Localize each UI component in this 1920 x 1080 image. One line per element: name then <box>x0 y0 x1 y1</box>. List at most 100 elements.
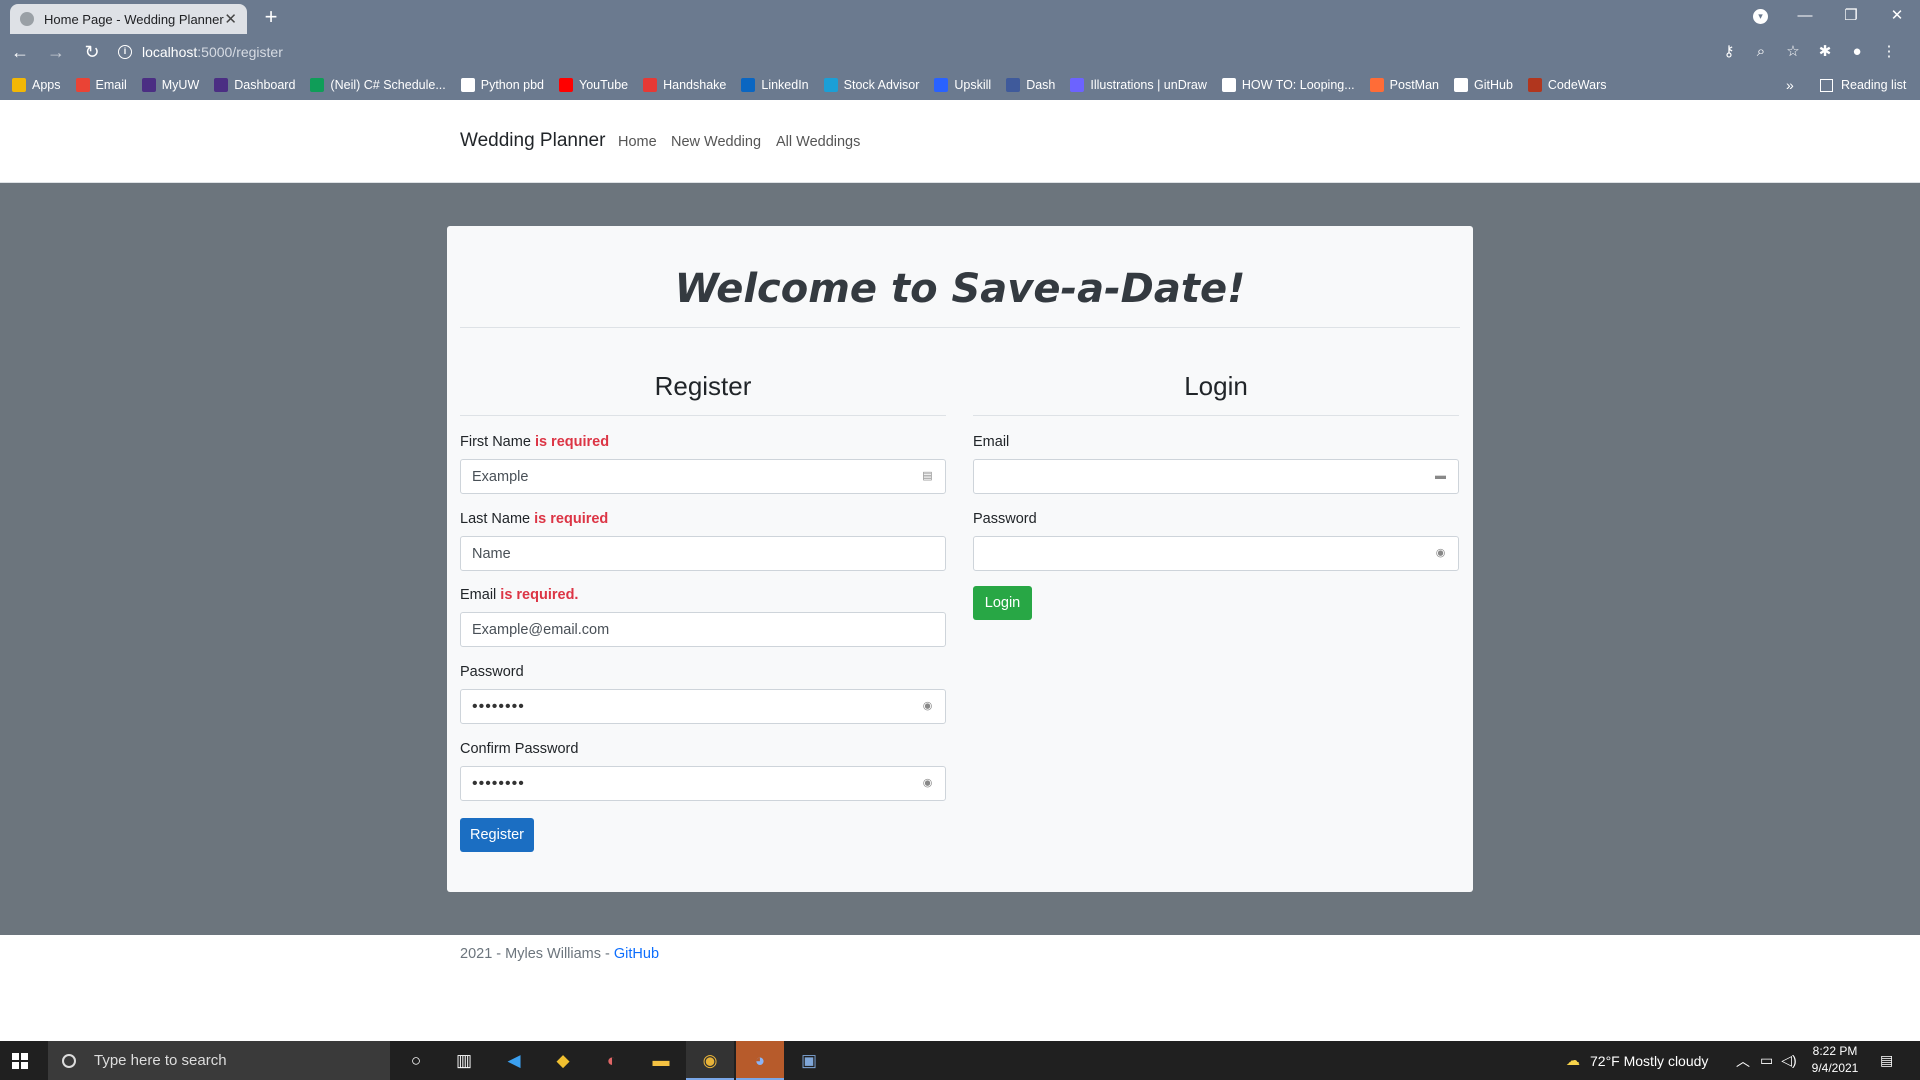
login-divider <box>973 415 1459 416</box>
network-icon[interactable]: ▭ <box>1760 1052 1773 1069</box>
tray-chevron-icon[interactable]: ︿ <box>1736 1051 1750 1071</box>
profile-avatar-icon[interactable]: ● <box>1841 36 1873 68</box>
bookmark-item[interactable]: Email <box>75 78 127 92</box>
password-key-icon[interactable]: ◉ <box>921 700 934 713</box>
bookmark-item[interactable]: Dash <box>1006 78 1055 92</box>
nav-new-wedding-link[interactable]: New Wedding <box>671 134 761 150</box>
new-tab-button[interactable]: + <box>258 4 284 30</box>
dash-icon <box>1006 78 1021 92</box>
bookmark-item[interactable]: CodeWars <box>1527 78 1607 92</box>
bookmark-item[interactable]: HOW TO: Looping... <box>1221 78 1355 92</box>
last-name-value: Name <box>472 545 511 562</box>
bookmark-item[interactable]: (Neil) C# Schedule... <box>310 78 446 92</box>
gmail-icon <box>75 78 90 92</box>
task-view-icon[interactable]: ▥ <box>440 1041 488 1080</box>
back-button[interactable]: ← <box>4 36 36 68</box>
bookmark-star-icon[interactable]: ☆ <box>1777 36 1809 68</box>
volume-icon[interactable]: ◁) <box>1781 1052 1796 1069</box>
postman-icon <box>1369 78 1384 92</box>
email-label: Email is required. <box>460 587 579 603</box>
bookmark-item[interactable]: LinkedIn <box>741 78 809 92</box>
confirm-password-label: Confirm Password <box>460 741 579 757</box>
footer-github-link[interactable]: GitHub <box>614 946 659 962</box>
bookmark-item[interactable]: Apps <box>12 78 61 92</box>
nav-home-link[interactable]: Home <box>618 134 657 150</box>
register-password-value: •••••••• <box>472 697 525 715</box>
cortana-icon[interactable]: ○ <box>392 1041 440 1080</box>
terminal-icon[interactable]: ▣ <box>785 1041 833 1080</box>
password-key-icon[interactable]: ◉ <box>921 777 934 790</box>
bookmark-item[interactable]: Dashboard <box>214 78 295 92</box>
register-email-input[interactable]: Example@email.com <box>460 612 946 647</box>
address-bar[interactable]: i localhost:5000/register <box>108 38 1788 66</box>
bookmark-item[interactable]: Stock Advisor <box>823 78 919 92</box>
reload-button[interactable]: ↻ <box>76 36 108 68</box>
undraw-icon <box>1070 78 1085 92</box>
login-button[interactable]: Login <box>973 586 1032 620</box>
browser-tab[interactable]: Home Page - Wedding Planner ✕ <box>10 4 247 34</box>
last-name-label: Last Name is required <box>460 511 609 527</box>
bookmark-item[interactable]: MyUW <box>141 78 199 92</box>
footer: 2021 - Myles Williams - GitHub <box>460 946 659 962</box>
mysql-workbench-icon[interactable]: ◐ <box>588 1041 636 1080</box>
autofill-contact-icon[interactable]: ▤ <box>921 470 934 483</box>
register-button[interactable]: Register <box>460 818 534 852</box>
menu-kebab-icon[interactable]: ⋮ <box>1873 36 1905 68</box>
more-bookmarks-icon[interactable]: » <box>1786 70 1794 100</box>
tab-search-icon[interactable]: ▾ <box>1753 9 1768 24</box>
web-page: Wedding Planner Home New Wedding All Wed… <box>0 100 1920 1041</box>
bookmark-label: (Neil) C# Schedule... <box>330 78 446 92</box>
key-icon[interactable]: ⚷ <box>1713 36 1745 68</box>
tab-close-icon[interactable]: ✕ <box>224 10 237 28</box>
weather-widget[interactable]: ☁ 72°F Mostly cloudy <box>1566 1041 1708 1080</box>
browser-tab-strip: Home Page - Wedding Planner ✕ + ▾ — ❐ ✕ <box>0 0 1920 34</box>
welcome-heading: Welcome to Save-a-Date! <box>674 266 1246 312</box>
footer-copyright: 2021 - Myles Williams - <box>460 946 614 962</box>
last-name-input[interactable]: Name <box>460 536 946 571</box>
notifications-icon[interactable]: ▤ <box>1880 1041 1893 1080</box>
url-path: :5000/register <box>197 44 283 60</box>
site-brand[interactable]: Wedding Planner <box>460 130 605 152</box>
nav-all-weddings-link[interactable]: All Weddings <box>776 134 860 150</box>
chrome-icon[interactable]: ◉ <box>686 1041 734 1080</box>
confirm-password-input[interactable]: •••••••• ◉ <box>460 766 946 801</box>
bookmark-item[interactable]: Upskill <box>934 78 991 92</box>
discord-icon[interactable]: ◕ <box>736 1041 784 1080</box>
reading-list-button[interactable]: Reading list <box>1820 70 1906 100</box>
bookmark-item[interactable]: Python pbd <box>460 78 544 92</box>
login-email-input[interactable]: ▬ <box>973 459 1459 494</box>
taskbar-search-box[interactable]: Type here to search <box>48 1041 390 1080</box>
extensions-icon[interactable]: ✱ <box>1809 36 1841 68</box>
close-window-button[interactable]: ✕ <box>1874 0 1920 34</box>
bookmark-label: Dashboard <box>234 78 296 92</box>
taskbar-search-placeholder: Type here to search <box>94 1052 227 1069</box>
bookmark-item[interactable]: PostMan <box>1369 78 1439 92</box>
bookmark-item[interactable]: Handshake <box>643 78 726 92</box>
password-key-icon[interactable]: ◉ <box>1434 547 1447 560</box>
git-kraken-icon[interactable]: ◆ <box>539 1041 587 1080</box>
bookmark-label: Upskill <box>954 78 992 92</box>
forward-button[interactable]: → <box>40 36 72 68</box>
bookmark-item[interactable]: YouTube <box>559 78 628 92</box>
partly-cloudy-icon: ☁ <box>1566 1052 1580 1068</box>
python-icon <box>460 78 475 92</box>
vscode-icon[interactable]: ◀ <box>490 1041 538 1080</box>
restore-button[interactable]: ❐ <box>1828 0 1874 34</box>
register-password-input[interactable]: •••••••• ◉ <box>460 689 946 724</box>
file-explorer-icon[interactable]: ▬ <box>637 1041 685 1080</box>
reading-list-label: Reading list <box>1841 78 1907 92</box>
bookmark-item[interactable]: GitHub <box>1454 78 1513 92</box>
url-host: localhost <box>142 44 198 60</box>
zoom-icon[interactable]: ⌕ <box>1745 36 1777 68</box>
minimize-button[interactable]: — <box>1782 0 1828 34</box>
windows-start-icon[interactable] <box>12 1053 28 1069</box>
weather-text: 72°F Mostly cloudy <box>1590 1052 1709 1069</box>
bookmark-label: HOW TO: Looping... <box>1241 78 1355 92</box>
site-info-icon[interactable]: i <box>118 45 132 59</box>
login-password-input[interactable]: ◉ <box>973 536 1459 571</box>
autofill-card-icon[interactable]: ▬ <box>1434 470 1447 483</box>
bookmark-item[interactable]: Illustrations | unDraw <box>1070 78 1207 92</box>
linkedin-icon <box>741 78 756 92</box>
first-name-input[interactable]: Example ▤ <box>460 459 946 494</box>
taskbar-clock[interactable]: 8:22 PM 9/4/2021 <box>1800 1043 1870 1077</box>
